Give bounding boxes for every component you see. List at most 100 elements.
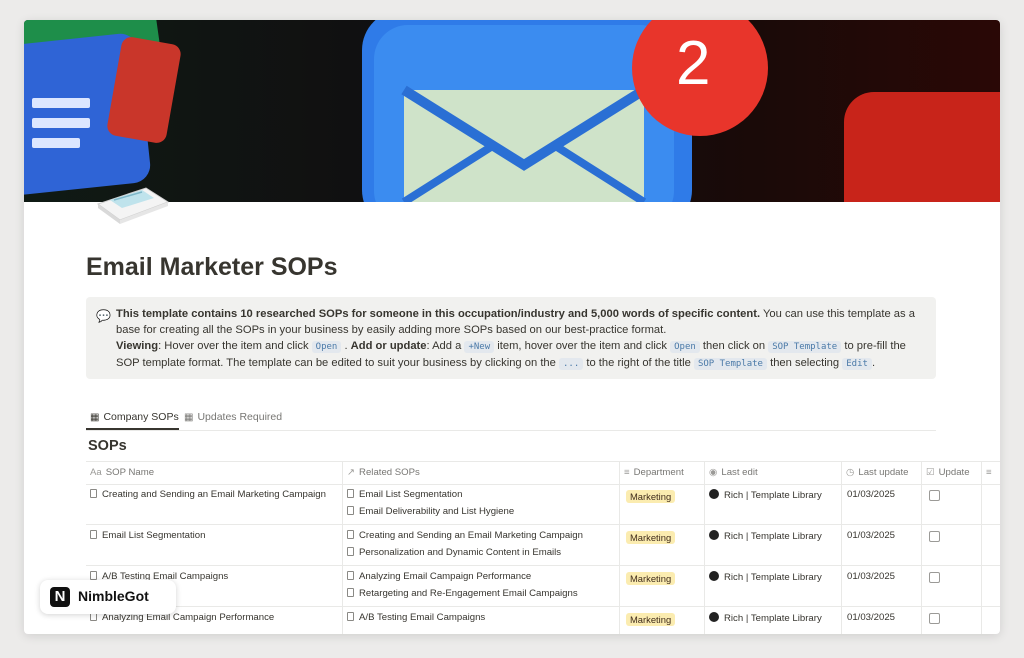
update-checkbox[interactable] — [929, 613, 940, 624]
checkbox-icon: ☑ — [926, 467, 935, 478]
department-cell[interactable]: Marketing — [619, 525, 704, 565]
page-icon — [347, 530, 354, 539]
page-icon — [347, 588, 354, 597]
related-sop-link[interactable]: Email Deliverability and List Hygiene — [359, 506, 514, 517]
column-label: Last update — [858, 467, 909, 478]
column-header-department[interactable]: ≡ Department — [619, 462, 704, 484]
tab-updates-required[interactable]: ▦ Updates Required — [184, 411, 282, 423]
add-label: Add or update — [350, 340, 427, 352]
column-header-related-sops[interactable]: ↗ Related SOPs — [342, 462, 619, 484]
page-icon — [90, 530, 97, 539]
page-icon — [347, 489, 354, 498]
column-label: Last edit — [721, 467, 758, 478]
extra-cell — [981, 525, 1000, 565]
code-edit: Edit — [842, 358, 872, 370]
menu-icon: ≡ — [986, 467, 992, 478]
related-sops-cell[interactable]: A/B Testing Email Campaigns — [342, 607, 619, 634]
avatar — [709, 571, 719, 581]
sop-name-cell[interactable]: Creating and Sending an Email Marketing … — [86, 484, 342, 524]
add-text-7: . — [871, 357, 876, 369]
tab-label: Updates Required — [197, 411, 283, 423]
update-checkbox[interactable] — [929, 572, 940, 583]
sop-name: Email List Segmentation — [102, 530, 206, 541]
avatar — [709, 489, 719, 499]
related-sops-cell[interactable]: Analyzing Email Campaign Performance Ret… — [342, 566, 619, 606]
table-icon: ▦ — [184, 412, 194, 423]
column-header-sop-name[interactable]: Aa SOP Name — [86, 462, 342, 484]
last-update-cell: 01/03/2025 — [841, 484, 921, 524]
brand-name: NimbleGot — [78, 588, 149, 604]
related-sops-cell[interactable]: Creating and Sending an Email Marketing … — [342, 525, 619, 565]
last-edit-cell: Rich | Template Library — [704, 525, 841, 565]
viewing-label: Viewing — [116, 340, 159, 352]
last-edit-user: Rich | Template Library — [724, 613, 822, 624]
table-header: Aa SOP Name ↗ Related SOPs ≡ Department ◉ La… — [86, 461, 1000, 485]
related-sop-link[interactable]: Personalization and Dynamic Content in E… — [359, 547, 561, 558]
department-cell[interactable]: Marketing — [619, 607, 704, 634]
related-sop-link[interactable]: A/B Testing Email Campaigns — [359, 612, 485, 623]
update-cell[interactable] — [921, 525, 981, 565]
department-cell[interactable]: Marketing — [619, 484, 704, 524]
callout-text: This template contains 10 researched SOP… — [116, 308, 915, 370]
table-row[interactable]: Creating and Sending an Email Marketing … — [86, 484, 1000, 525]
code-sop-template-2: SOP Template — [693, 358, 767, 370]
table-row[interactable]: A/B Testing Email Campaigns Analyzing Em… — [86, 566, 1000, 607]
code-sop-template: SOP Template — [768, 341, 842, 353]
list-icon: ≡ — [624, 467, 630, 478]
department-tag: Marketing — [626, 613, 676, 626]
page-icon — [347, 547, 354, 556]
extra-cell — [981, 607, 1000, 634]
related-sop-link[interactable]: Analyzing Email Campaign Performance — [359, 571, 531, 582]
callout-bold-intro: This template contains 10 researched SOP… — [116, 308, 761, 320]
code-dots: ... — [558, 358, 584, 370]
table-row[interactable]: Analyzing Email Campaign Performance A/B… — [86, 607, 1000, 634]
page-icon — [90, 489, 97, 498]
instructions-callout: 💬 This template contains 10 researched S… — [86, 297, 936, 379]
avatar — [709, 612, 719, 622]
last-update-date: 01/03/2025 — [847, 530, 896, 541]
column-header-last-edit[interactable]: ◉ Last edit — [704, 462, 841, 484]
last-update-date: 01/03/2025 — [847, 489, 896, 500]
column-header-last-update[interactable]: ◷ Last update — [841, 462, 921, 484]
related-sop-link[interactable]: Retargeting and Re-Engagement Email Camp… — [359, 588, 578, 599]
code-new: +New — [464, 341, 495, 353]
notion-page: 2 Email Marketer SOPs 💬 This template co… — [24, 20, 1000, 634]
column-more-header[interactable]: ≡ — [981, 462, 1000, 484]
related-sops-cell[interactable]: Email List Segmentation Email Deliverabi… — [342, 484, 619, 524]
last-edit-cell: Rich | Template Library — [704, 484, 841, 524]
add-text-2: item, hover over the item and click — [494, 340, 671, 352]
update-cell[interactable] — [921, 607, 981, 634]
column-header-update[interactable]: ☑ Update — [921, 462, 981, 484]
department-tag: Marketing — [626, 572, 676, 585]
last-update-cell: 01/03/2025 — [841, 525, 921, 565]
sop-name-cell[interactable]: Email List Segmentation — [86, 525, 342, 565]
relation-icon: ↗ — [347, 467, 356, 478]
column-label: SOP Name — [105, 467, 155, 478]
add-text-5: to the right of the title — [583, 357, 694, 369]
table-row[interactable]: Email List Segmentation Creating and Sen… — [86, 525, 1000, 566]
last-edit-cell: Rich | Template Library — [704, 566, 841, 606]
tab-company-sops[interactable]: ▦ Company SOPs — [90, 411, 179, 423]
last-edit-user: Rich | Template Library — [724, 572, 822, 583]
last-edit-user: Rich | Template Library — [724, 531, 822, 542]
related-sop-link[interactable]: Creating and Sending an Email Marketing … — [359, 530, 583, 541]
add-text-1: : Add a — [426, 340, 465, 352]
nimblegot-logo-icon: N — [50, 587, 70, 607]
database-title: SOPs — [88, 438, 127, 454]
last-edit-user: Rich | Template Library — [724, 490, 822, 501]
nimblegot-brand-badge: N NimbleGot — [40, 580, 176, 614]
update-cell[interactable] — [921, 566, 981, 606]
extra-cell — [981, 484, 1000, 524]
department-tag: Marketing — [626, 531, 676, 544]
last-update-date: 01/03/2025 — [847, 571, 896, 582]
speech-balloon-icon: 💬 — [96, 309, 111, 323]
sop-name: Creating and Sending an Email Marketing … — [102, 489, 326, 500]
related-sop-link[interactable]: Email List Segmentation — [359, 489, 462, 500]
update-cell[interactable] — [921, 484, 981, 524]
viewing-text: : Hover over the item and click — [158, 340, 312, 352]
department-cell[interactable]: Marketing — [619, 566, 704, 606]
table-icon: ▦ — [90, 412, 100, 423]
update-checkbox[interactable] — [929, 490, 940, 501]
update-checkbox[interactable] — [929, 531, 940, 542]
clock-icon: ◷ — [846, 467, 855, 478]
